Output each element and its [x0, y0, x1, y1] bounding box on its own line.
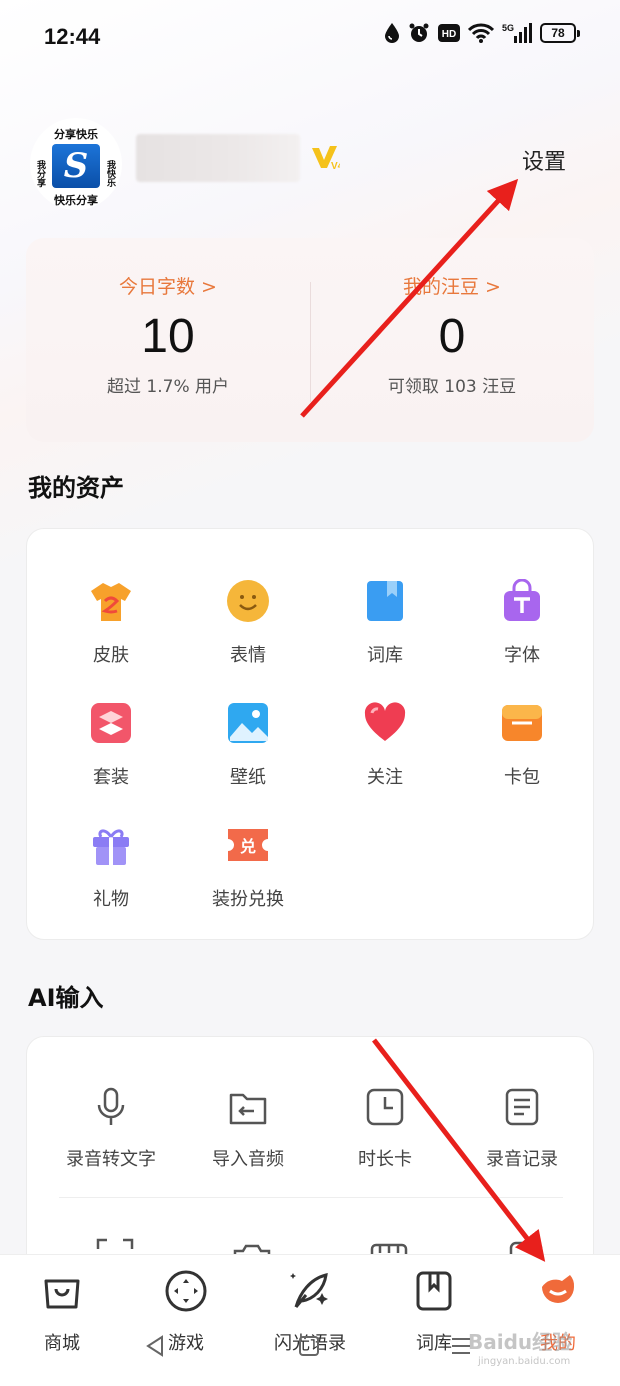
asset-label: 词库	[367, 645, 403, 666]
asset-emoji[interactable]: 表情	[180, 579, 316, 667]
gamepad-icon	[165, 1270, 207, 1312]
system-back-icon[interactable]	[144, 1334, 166, 1358]
suit-icon	[91, 703, 131, 743]
avatar-logo: S	[52, 144, 100, 188]
nav-tab-games[interactable]: 游戏	[124, 1269, 248, 1355]
today-words-stat[interactable]: 今日字数 > 10 超过 1.7% 用户	[26, 272, 310, 397]
card-wallet-icon	[502, 705, 542, 741]
shirt-icon	[91, 583, 131, 621]
profile-face-icon	[542, 1275, 575, 1303]
today-words-value: 10	[141, 310, 195, 363]
asset-label: 套装	[93, 767, 129, 788]
ai-row-divider	[59, 1197, 563, 1198]
ai-recording-history[interactable]: 录音记录	[454, 1087, 590, 1171]
asset-skin[interactable]: 皮肤	[43, 579, 179, 667]
water-drop-icon	[385, 23, 399, 43]
book-icon	[367, 581, 403, 621]
ai-import-audio[interactable]: 导入音频	[180, 1087, 316, 1171]
asset-label: 装扮兑换	[212, 889, 284, 910]
vip-level-badge[interactable]: V4	[310, 142, 340, 172]
settings-link[interactable]: 设置	[522, 144, 566, 176]
asset-gift[interactable]: 礼物	[43, 823, 179, 911]
username-blurred	[136, 134, 300, 182]
ai-label: 导入音频	[212, 1149, 284, 1170]
gift-icon	[93, 829, 129, 865]
asset-exchange[interactable]: 兑 装扮兑换	[180, 823, 316, 911]
svg-text:我快乐: 我快乐	[105, 159, 116, 188]
5g-signal-icon: 5G	[502, 23, 532, 43]
status-bar: 12:44 HD 5G 78	[0, 0, 620, 76]
svg-text:我分享: 我分享	[35, 159, 46, 188]
ai-voice-to-text[interactable]: 录音转文字	[43, 1087, 179, 1171]
profile-header: 分享快乐 我分享 我快乐 快乐分享 S V4 设置	[0, 110, 620, 210]
svg-text:兑: 兑	[240, 837, 256, 856]
nav-label: 商城	[44, 1333, 80, 1354]
folder-import-icon	[229, 1093, 267, 1125]
my-beans-stat[interactable]: 我的汪豆 > 0 可领取 103 汪豆	[310, 272, 594, 397]
shopping-bag-icon	[44, 1279, 80, 1309]
svg-text:HD: HD	[442, 29, 456, 40]
svg-text:快乐分享: 快乐分享	[53, 193, 98, 207]
smiley-icon	[227, 580, 269, 622]
hd-icon: HD	[438, 24, 460, 42]
asset-lexicon[interactable]: 词库	[317, 579, 453, 667]
watermark-sub: jingyan.baidu.com	[478, 1356, 571, 1367]
document-list-icon	[505, 1088, 539, 1126]
microphone-icon	[97, 1087, 125, 1125]
svg-text:分享快乐: 分享快乐	[54, 127, 98, 141]
shopping-bag-t-icon	[504, 578, 540, 621]
system-home-icon[interactable]	[298, 1334, 320, 1358]
assets-card: 皮肤 表情 词库 字体 套装 壁纸 关注 卡包 礼物 兑 装扮兑换	[26, 528, 594, 940]
nav-label: 游戏	[168, 1333, 204, 1354]
asset-label: 关注	[367, 767, 403, 788]
asset-follow[interactable]: 关注	[317, 701, 453, 789]
alarm-icon	[409, 23, 429, 42]
book-bookmark-icon	[416, 1271, 452, 1311]
svg-text:5G: 5G	[502, 23, 514, 33]
asset-label: 皮肤	[93, 645, 129, 666]
feather-icon	[290, 1273, 328, 1308]
asset-label: 字体	[504, 645, 540, 666]
nav-tab-mall[interactable]: 商城	[0, 1269, 124, 1355]
asset-label: 礼物	[93, 889, 129, 910]
svg-text:V4: V4	[331, 161, 340, 172]
asset-label: 表情	[230, 645, 266, 666]
today-words-label[interactable]: 今日字数 >	[26, 272, 310, 299]
my-beans-value: 0	[438, 310, 466, 363]
heart-icon	[364, 702, 406, 741]
ai-label: 录音记录	[486, 1149, 558, 1170]
asset-font[interactable]: 字体	[454, 578, 590, 667]
asset-suit[interactable]: 套装	[43, 701, 179, 789]
wallpaper-icon	[228, 703, 268, 743]
status-icons: HD 5G 78	[384, 22, 580, 44]
stats-card: 今日字数 > 10 超过 1.7% 用户 我的汪豆 > 0 可领取 103 汪豆	[26, 238, 594, 442]
asset-card-wallet[interactable]: 卡包	[454, 701, 590, 789]
asset-label: 壁纸	[230, 767, 266, 788]
status-time: 12:44	[44, 24, 101, 49]
battery-indicator: 78	[540, 23, 580, 43]
ai-section-title: AI输入	[28, 984, 104, 1012]
ai-label: 录音转文字	[66, 1149, 156, 1170]
watermark: Baidu经验	[468, 1330, 573, 1354]
ai-label: 时长卡	[358, 1149, 412, 1170]
asset-wallpaper[interactable]: 壁纸	[180, 701, 316, 789]
assets-section-title: 我的资产	[28, 474, 124, 502]
exchange-ticket-icon: 兑	[228, 829, 268, 861]
today-words-sub: 超过 1.7% 用户	[107, 377, 229, 397]
my-beans-sub: 可领取 103 汪豆	[387, 377, 517, 397]
avatar[interactable]: 分享快乐 我分享 我快乐 快乐分享 S	[30, 118, 122, 210]
ai-duration-card[interactable]: 时长卡	[317, 1087, 453, 1171]
wifi-icon	[468, 23, 494, 43]
my-beans-label[interactable]: 我的汪豆 >	[310, 272, 594, 299]
clock-card-icon	[366, 1088, 404, 1126]
asset-label: 卡包	[504, 767, 540, 788]
